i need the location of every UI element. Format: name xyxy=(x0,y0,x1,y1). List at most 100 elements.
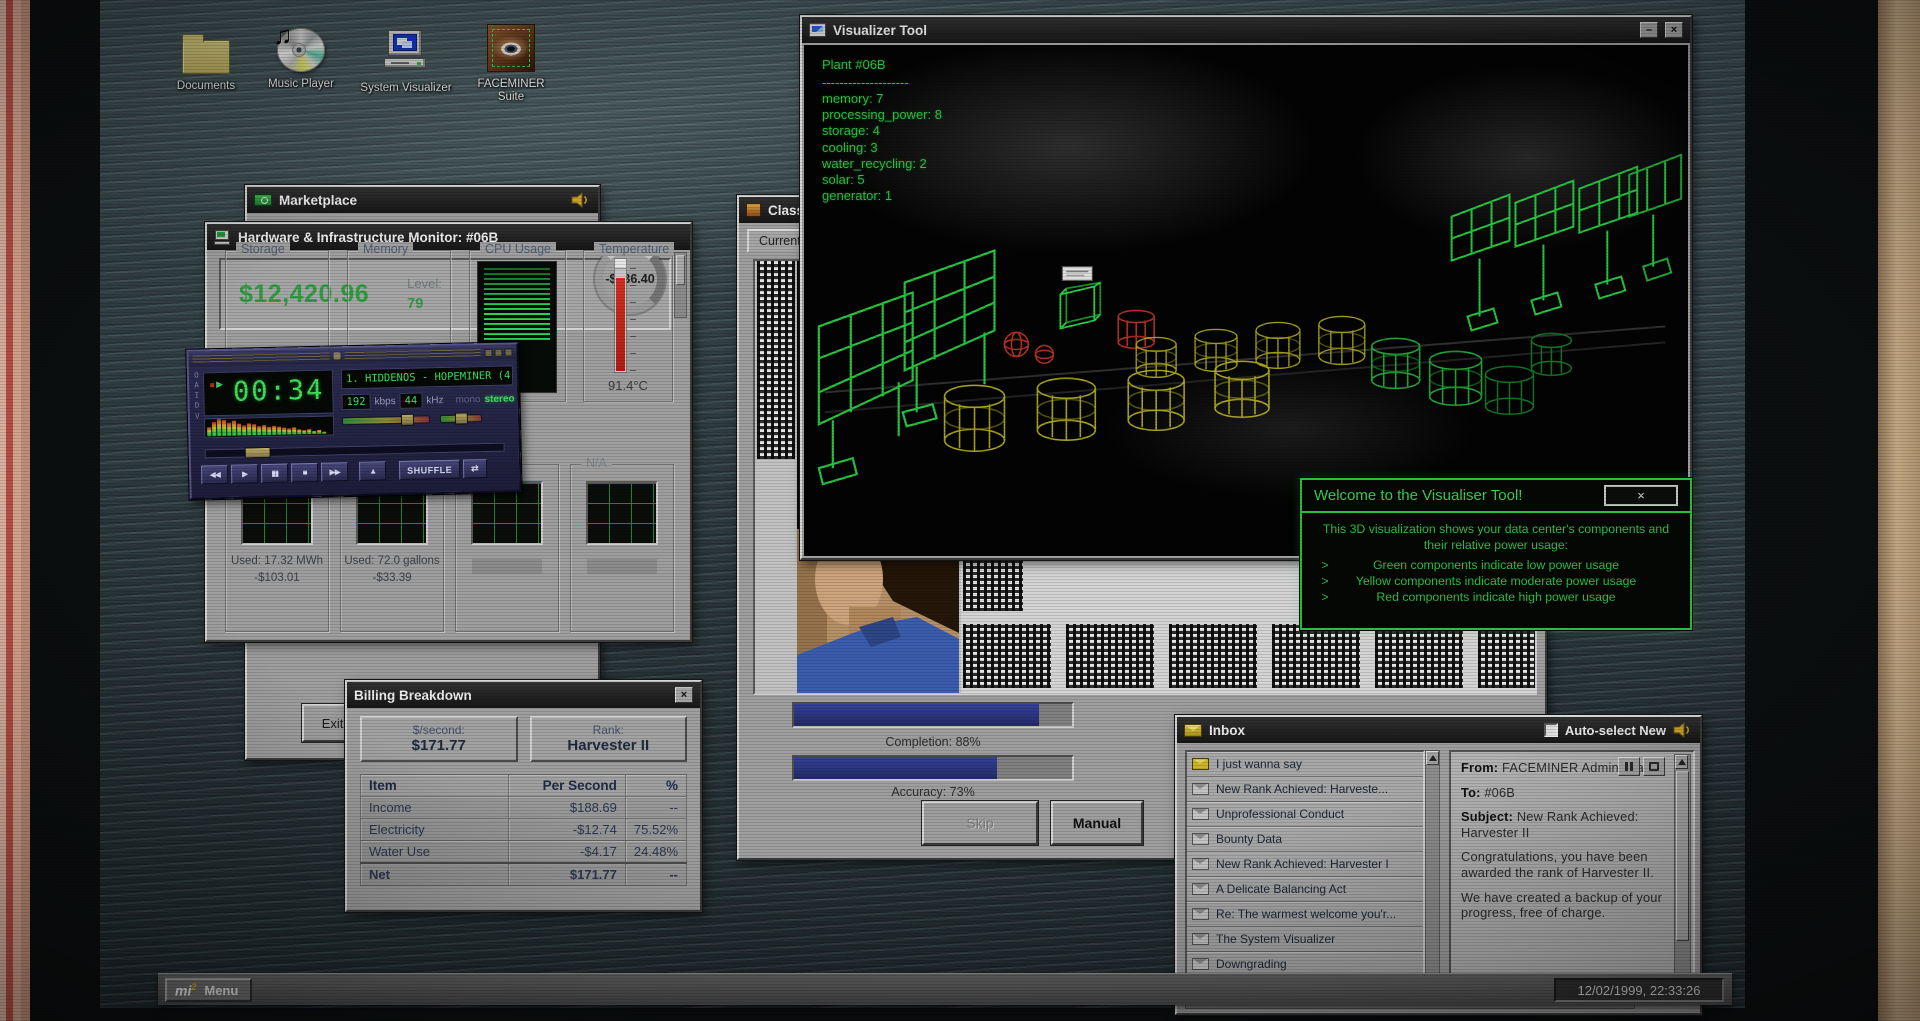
desktop-icon-faceminer-suite[interactable]: FACEMINER Suite xyxy=(465,24,557,104)
eject-button[interactable]: ▲ xyxy=(358,461,387,481)
dialog-close-button[interactable]: × xyxy=(1604,485,1678,506)
seek-bar[interactable] xyxy=(204,442,505,459)
cell-pct: 75.52% xyxy=(624,818,688,841)
bullet-marker: > xyxy=(1321,558,1329,573)
crt-screen: Documents ♫ Music Player System Visualiz… xyxy=(0,0,1920,1021)
stereo-indicator: stereo xyxy=(484,392,515,405)
water-used: Used: 72.0 gallons xyxy=(344,555,440,567)
desktop-icon-system-visualizer[interactable]: System Visualizer xyxy=(360,28,452,95)
stop-button[interactable]: ■ xyxy=(290,462,319,483)
menu-button[interactable]: mi2 Menu xyxy=(165,978,253,1002)
scroll-up-icon[interactable] xyxy=(1426,751,1439,765)
list-item[interactable]: A Delicate Balancing Act xyxy=(1187,877,1423,902)
read-envelope-icon xyxy=(1192,833,1209,845)
visualizer-icon xyxy=(809,23,826,37)
popout-icon[interactable] xyxy=(1643,757,1665,776)
icon-label: FACEMINER Suite xyxy=(477,78,545,104)
bullet-text: Green components indicate low power usag… xyxy=(1372,558,1620,573)
cell-per-second: $188.69 xyxy=(508,796,626,819)
bullet-text: Red components indicate high power usage xyxy=(1376,589,1616,604)
plant-divider: -------------------- xyxy=(822,75,909,91)
minimize-icon[interactable]: – xyxy=(1640,22,1658,38)
auto-select-checkbox[interactable] xyxy=(1543,723,1558,737)
subject-label: Subject: xyxy=(1461,809,1514,825)
power-cost: -$103.01 xyxy=(254,571,300,584)
email-pane: From: FACEMINER Administration To: #06B … xyxy=(1449,750,1695,1002)
list-item[interactable]: Unprofessional Conduct xyxy=(1187,802,1423,827)
temperature-value: 91.4°C xyxy=(608,378,648,393)
shuffle-button[interactable]: SHUFFLE xyxy=(398,459,461,480)
pause-notifications-icon[interactable] xyxy=(1618,757,1640,776)
os-logo: mi2 xyxy=(175,981,197,999)
billing-titlebar[interactable]: Billing Breakdown × xyxy=(347,682,700,708)
cell-pct: -- xyxy=(624,796,688,819)
icon-label: Documents xyxy=(176,80,236,92)
thermometer-ticks xyxy=(630,267,636,371)
manual-button[interactable]: Manual xyxy=(1051,801,1143,845)
scroll-thumb[interactable] xyxy=(1676,771,1689,941)
from-label: From: xyxy=(1461,760,1499,775)
cell-item: Electricity xyxy=(359,818,510,841)
read-envelope-icon xyxy=(1192,783,1209,795)
accuracy-bar xyxy=(792,755,1074,781)
close-icon[interactable]: × xyxy=(1665,22,1683,38)
computer-icon xyxy=(214,229,231,245)
list-item[interactable]: Bounty Data xyxy=(1187,827,1423,852)
visualizer-titlebar[interactable]: Visualizer Tool – × xyxy=(802,17,1690,43)
marketplace-titlebar[interactable]: Marketplace xyxy=(247,187,598,213)
menu-label: Menu xyxy=(204,982,239,998)
read-envelope-icon xyxy=(1192,858,1209,870)
cell-pct: -- xyxy=(624,862,688,886)
eye-icon xyxy=(487,24,535,72)
speaker-icon xyxy=(1673,722,1689,738)
list-item[interactable]: Re: The warmest welcome you'r... xyxy=(1187,902,1423,927)
billing-table: Item Per Second % Income $188.69 -- Elec… xyxy=(359,774,688,886)
monitor-scrollbar[interactable] xyxy=(674,252,687,318)
icon-label: Music Player xyxy=(268,78,334,90)
storage-label: Storage xyxy=(236,242,290,256)
list-item[interactable]: New Rank Achieved: Harvester I xyxy=(1187,852,1423,877)
play-button[interactable]: ▶ xyxy=(230,464,259,484)
message-subject: New Rank Achieved: Harvester I xyxy=(1216,857,1389,871)
list-item[interactable]: I just wanna say xyxy=(1187,752,1423,777)
player-minimize-icon[interactable] xyxy=(484,348,493,357)
next-button[interactable]: ▶▶ xyxy=(320,462,349,482)
volume-slider[interactable] xyxy=(341,413,431,426)
qr-noise-strip xyxy=(757,261,795,459)
list-scrollbar[interactable] xyxy=(1425,750,1440,1002)
player-close-icon[interactable] xyxy=(504,347,513,357)
close-icon[interactable]: × xyxy=(675,687,693,703)
envelope-icon xyxy=(1184,723,1202,737)
desktop-icon-documents[interactable]: Documents xyxy=(160,28,252,93)
email-subject: Subject: New Rank Achieved: Harvester II xyxy=(1461,809,1667,840)
repeat-button[interactable]: ⇄ xyxy=(462,458,488,479)
dialog-intro: This 3D visualization shows your data ce… xyxy=(1322,522,1670,552)
stat-line: water_recycling: 2 xyxy=(822,155,927,171)
to-label: To: xyxy=(1461,784,1481,800)
classifier-icon xyxy=(746,203,761,217)
visualizer-welcome-dialog: Welcome to the Visualiser Tool! × This 3… xyxy=(1300,478,1692,630)
player-time-display: ▶ 00:34 xyxy=(202,369,334,417)
player-shade-icon[interactable] xyxy=(494,348,503,357)
folder-icon xyxy=(182,34,230,74)
table-row: Water Use -$4.17 24.48% xyxy=(359,840,688,864)
player-time: 00:34 xyxy=(232,374,325,408)
pause-button[interactable]: ▮▮ xyxy=(260,463,289,484)
list-item[interactable]: The System Visualizer xyxy=(1187,927,1423,952)
desktop-icon-music-player[interactable]: ♫ Music Player xyxy=(255,20,347,91)
player-clutterbar[interactable]: O A I D V xyxy=(192,370,202,421)
previous-button[interactable]: ◀◀ xyxy=(200,464,229,485)
inbox-titlebar[interactable]: Inbox Auto-select New xyxy=(1177,717,1700,743)
per-second-label: $/second: xyxy=(412,723,465,737)
taskbar-clock: 12/02/1999, 22:33:26 xyxy=(1554,978,1724,1002)
scroll-up-icon[interactable] xyxy=(1675,755,1688,769)
email-scrollbar[interactable] xyxy=(1674,754,1691,998)
skip-button[interactable]: Skip xyxy=(922,801,1038,845)
message-subject: A Delicate Balancing Act xyxy=(1216,882,1347,896)
read-envelope-icon xyxy=(1192,808,1209,820)
balance-slider[interactable] xyxy=(439,412,483,425)
cd-icon: ♫ xyxy=(273,20,325,72)
list-item[interactable]: New Rank Achieved: Harveste... xyxy=(1187,777,1423,802)
plant-stats: Plant #06B -------------------- memory: … xyxy=(822,57,942,204)
water-cost: -$33.39 xyxy=(372,571,412,584)
